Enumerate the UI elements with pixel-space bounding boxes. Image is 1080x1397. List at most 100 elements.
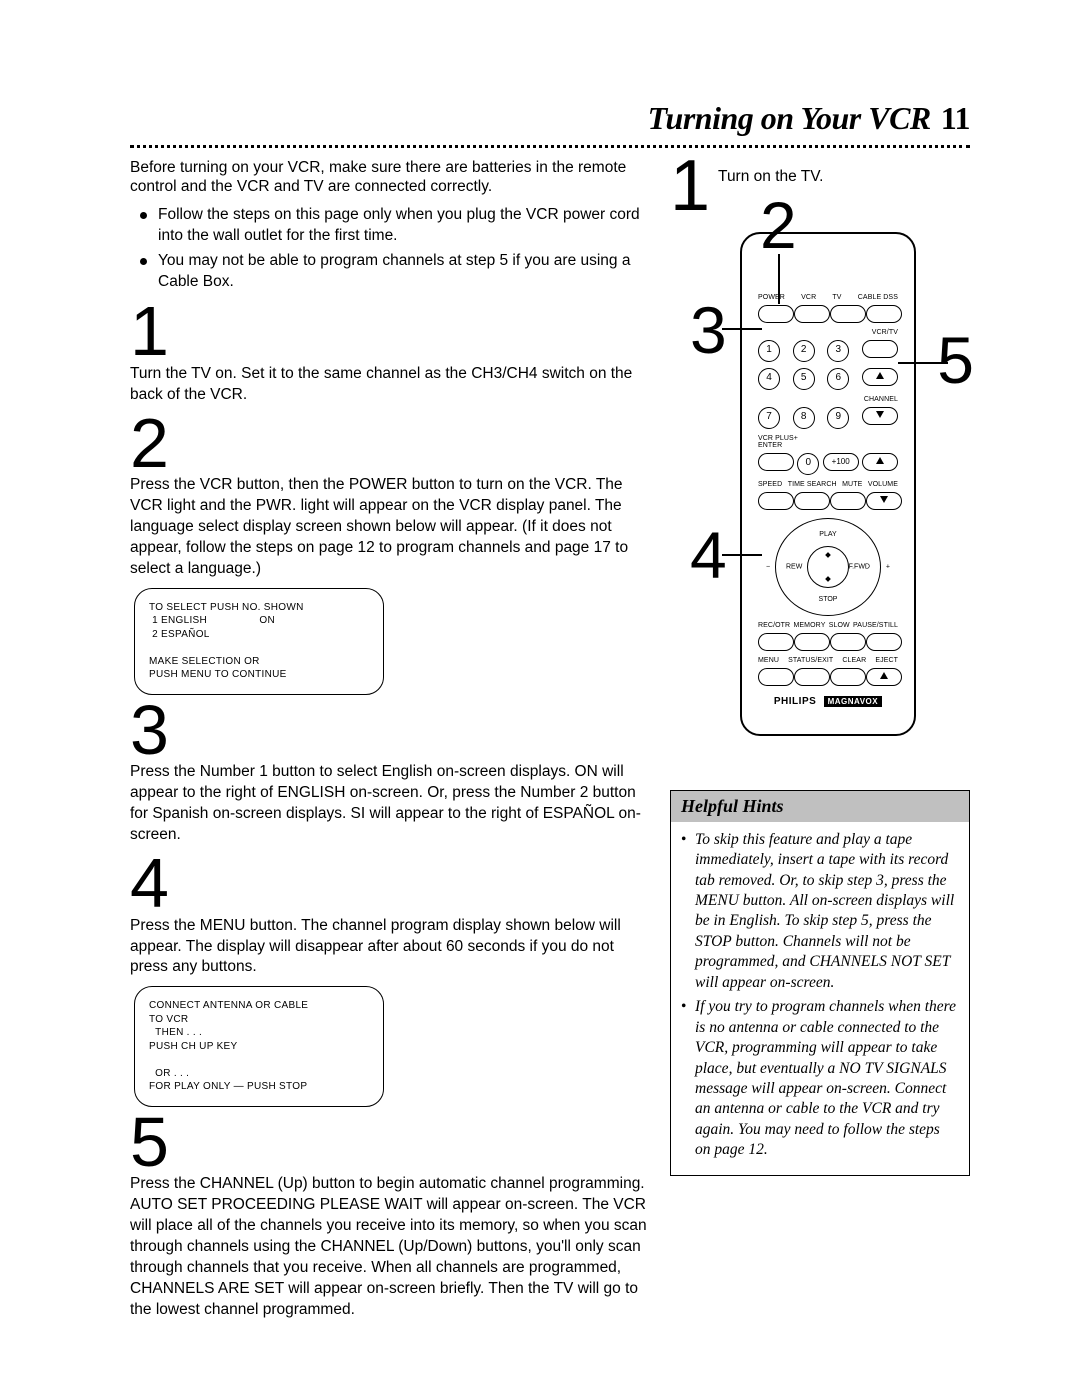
dotted-rule <box>130 145 970 148</box>
remote-button-row: 4 5 6 <box>758 368 898 390</box>
osd-language-select: TO SELECT PUSH NO. SHOWN 1 ENGLISH ON 2 … <box>134 588 384 695</box>
btn-label-status: STATUS/EXIT <box>788 657 833 664</box>
callout-5: 5 <box>937 322 972 398</box>
eject-button[interactable] <box>866 668 902 686</box>
minus-icon: − <box>766 563 770 570</box>
step-text: Turn the TV on. Set it to the same chann… <box>130 364 652 406</box>
plus-icon: + <box>886 563 890 570</box>
remote-button-row <box>758 492 898 510</box>
time-search-button[interactable] <box>794 492 830 510</box>
right-step-1-text: Turn on the TV. <box>718 168 823 186</box>
num-8-button[interactable]: 8 <box>793 407 815 429</box>
num-9-button[interactable]: 9 <box>827 407 849 429</box>
intro-bullet: Follow the steps on this page only when … <box>130 205 652 247</box>
remote-label-row: SPEED TIME SEARCH MUTE VOLUME <box>758 481 898 488</box>
step-number: 3 <box>130 701 652 761</box>
nav-center-button[interactable] <box>807 546 849 588</box>
remote-label-row: VCR/TV <box>758 329 898 336</box>
volume-up-button[interactable] <box>862 453 898 471</box>
volume-down-button[interactable] <box>866 492 902 510</box>
remote-button-row: 7 8 9 <box>758 407 898 429</box>
vcr-tv-button[interactable] <box>862 340 898 358</box>
remote-button-row <box>758 668 898 686</box>
mute-button[interactable] <box>830 492 866 510</box>
btn-label-clear: CLEAR <box>842 657 866 664</box>
remote-label-row: VCR PLUS+ ENTER <box>758 435 898 449</box>
chevron-up-icon <box>876 457 884 464</box>
page-title: Turning on Your VCR <box>648 100 931 137</box>
menu-button[interactable] <box>758 668 794 686</box>
remote-label-row: REC/OTR MEMORY SLOW PAUSE/STILL <box>758 622 898 629</box>
num-1-button[interactable]: 1 <box>758 340 780 362</box>
right-step-1: 1 Turn on the TV. <box>670 158 970 216</box>
step-text: Press the CHANNEL (Up) button to begin a… <box>130 1174 652 1320</box>
num-6-button[interactable]: 6 <box>827 368 849 390</box>
clear-button[interactable] <box>830 668 866 686</box>
remote-body: POWER VCR TV CABLE DSS VCR/TV <box>740 232 916 736</box>
btn-label-power: POWER <box>758 294 785 301</box>
transport-ring: PLAY REW F.FWD STOP − + <box>775 518 881 616</box>
remote-button-row: 0 +100 <box>758 453 898 475</box>
channel-down-button[interactable] <box>862 407 898 425</box>
num-4-button[interactable]: 4 <box>758 368 780 390</box>
num-7-button[interactable]: 7 <box>758 407 780 429</box>
tv-button[interactable] <box>830 305 866 323</box>
helpful-hints-title: Helpful Hints <box>671 791 969 822</box>
brand-row: PHILIPS MAGNAVOX <box>758 696 898 707</box>
pause-still-button[interactable] <box>866 633 902 651</box>
two-columns: Before turning on your VCR, make sure th… <box>130 158 970 1329</box>
remote-diagram: 2 3 5 4 POWER VCR TV CABLE DSS <box>670 222 970 772</box>
chevron-up-icon <box>880 672 888 679</box>
rew-label[interactable]: REW <box>786 563 802 570</box>
speed-button[interactable] <box>758 492 794 510</box>
btn-label-eject: EJECT <box>875 657 898 664</box>
step-number: 4 <box>130 854 652 914</box>
play-label[interactable]: PLAY <box>819 531 836 538</box>
vcrplus-enter-button[interactable] <box>758 453 794 471</box>
intro-bullet: You may not be able to program channels … <box>130 251 652 293</box>
ffwd-label[interactable]: F.FWD <box>849 563 870 570</box>
stop-label[interactable]: STOP <box>819 596 838 603</box>
num-3-button[interactable]: 3 <box>827 340 849 362</box>
left-column: Before turning on your VCR, make sure th… <box>130 158 652 1329</box>
page-number: 11 <box>941 100 970 137</box>
num-0-button[interactable]: 0 <box>797 453 819 475</box>
intro-paragraph: Before turning on your VCR, make sure th… <box>130 158 652 197</box>
rec-otr-button[interactable] <box>758 633 794 651</box>
page-title-row: Turning on Your VCR 11 <box>130 100 970 137</box>
btn-label-tv: TV <box>832 294 841 301</box>
btn-label-mute: MUTE <box>842 481 862 488</box>
step-number: 5 <box>130 1113 652 1173</box>
slow-button[interactable] <box>830 633 866 651</box>
num-5-button[interactable]: 5 <box>793 368 815 390</box>
btn-label-vcr: VCR <box>801 294 816 301</box>
step-text: Press the VCR button, then the POWER but… <box>130 475 652 580</box>
step-number: 2 <box>130 414 652 474</box>
btn-label-speed: SPEED <box>758 481 782 488</box>
remote-label-row: CHANNEL <box>758 396 898 403</box>
helpful-hints-list: To skip this feature and play a tape imm… <box>681 830 959 1161</box>
remote-inner: POWER VCR TV CABLE DSS VCR/TV <box>758 294 898 707</box>
helpful-hints-box: Helpful Hints To skip this feature and p… <box>670 790 970 1176</box>
step-3: 3 Press the Number 1 button to select En… <box>130 701 652 846</box>
channel-up-button[interactable] <box>862 368 898 386</box>
memory-button[interactable] <box>794 633 830 651</box>
step-4: 4 Press the MENU button. The channel pro… <box>130 854 652 1107</box>
hint-item: If you try to program channels when ther… <box>681 997 959 1161</box>
callout-4: 4 <box>690 517 725 593</box>
remote-label-row: POWER VCR TV CABLE DSS <box>758 294 898 301</box>
intro-bullets: Follow the steps on this page only when … <box>130 205 652 293</box>
num-2-button[interactable]: 2 <box>793 340 815 362</box>
step-5: 5 Press the CHANNEL (Up) button to begin… <box>130 1113 652 1321</box>
remote-button-row: 1 2 3 <box>758 340 898 362</box>
callout-1: 1 <box>670 158 708 216</box>
vcr-button[interactable] <box>794 305 830 323</box>
chevron-up-icon <box>876 372 884 379</box>
plus-100-button[interactable]: +100 <box>823 453 859 471</box>
btn-label-volume: VOLUME <box>868 481 898 488</box>
power-button[interactable] <box>758 305 794 323</box>
step-number: 1 <box>130 302 652 362</box>
brand-magnavox: MAGNAVOX <box>824 696 883 707</box>
cable-dss-button[interactable] <box>866 305 902 323</box>
status-exit-button[interactable] <box>794 668 830 686</box>
